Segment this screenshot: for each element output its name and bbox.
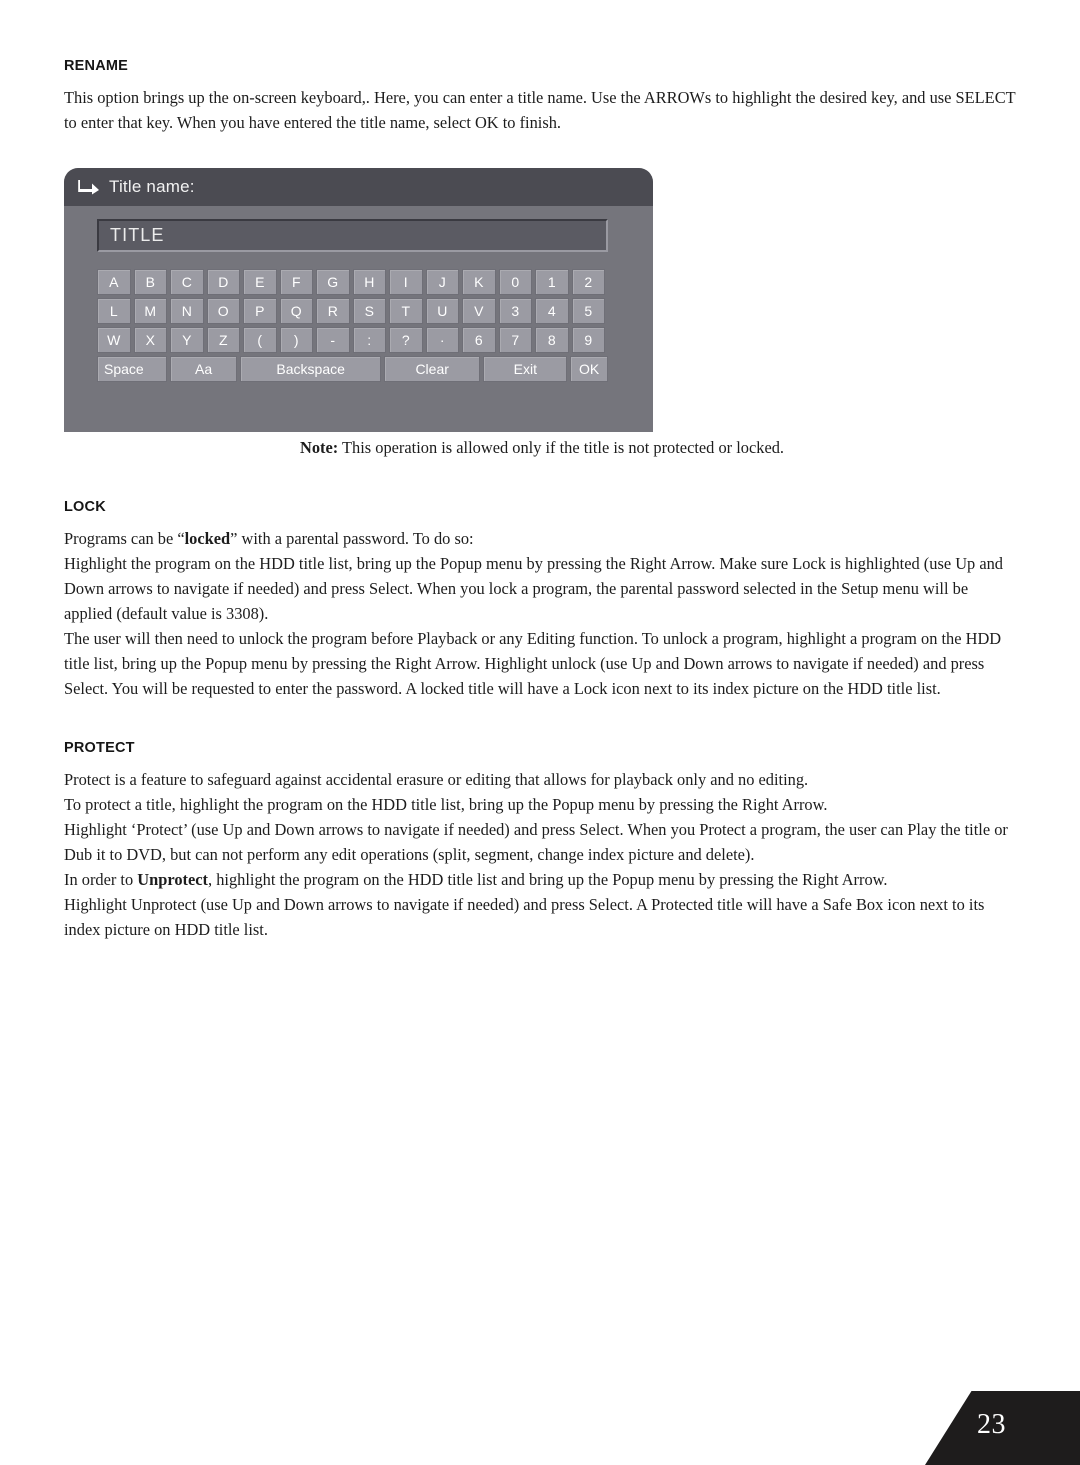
key-i[interactable]: I	[389, 269, 423, 295]
key-middot[interactable]: ·	[425, 327, 459, 353]
function-key-row: Space Aa Backspace Clear Exit OK	[97, 356, 608, 382]
return-arrow-icon	[78, 180, 99, 195]
key-o[interactable]: O	[206, 298, 240, 324]
backspace-key[interactable]: Backspace	[240, 356, 381, 382]
exit-key[interactable]: Exit	[483, 356, 568, 382]
paragraph-lock-2: Highlight the program on the HDD title l…	[64, 554, 1003, 624]
key-question[interactable]: ?	[389, 327, 423, 353]
spacer-after-note	[64, 461, 1020, 499]
key-z[interactable]: Z	[206, 327, 240, 353]
heading-protect: PROTECT	[64, 739, 135, 756]
key-5[interactable]: 5	[571, 298, 605, 324]
onscreen-keyboard-dialog: Title name: TITLE A B C D E F G H I J K …	[64, 168, 653, 432]
key-2[interactable]: 2	[571, 269, 605, 295]
key-h[interactable]: H	[352, 269, 386, 295]
key-j[interactable]: J	[425, 269, 459, 295]
key-0[interactable]: 0	[498, 269, 532, 295]
lock-para1-bold: locked	[184, 529, 231, 549]
key-n[interactable]: N	[170, 298, 204, 324]
ok-key[interactable]: OK	[570, 356, 608, 382]
key-u[interactable]: U	[425, 298, 459, 324]
key-y[interactable]: Y	[170, 327, 204, 353]
title-name-input[interactable]: TITLE	[97, 219, 608, 252]
key-p[interactable]: P	[243, 298, 277, 324]
title-name-value: TITLE	[110, 225, 165, 245]
dialog-body: TITLE A B C D E F G H I J K 0 1 2 L M N …	[64, 206, 653, 382]
key-t[interactable]: T	[389, 298, 423, 324]
keyboard-keys: A B C D E F G H I J K 0 1 2 L M N O P Q …	[97, 269, 608, 382]
key-r[interactable]: R	[316, 298, 350, 324]
key-k[interactable]: K	[462, 269, 496, 295]
key-4[interactable]: 4	[535, 298, 569, 324]
key-f[interactable]: F	[279, 269, 313, 295]
onscreen-keyboard-figure: Title name: TITLE A B C D E F G H I J K …	[64, 168, 653, 432]
key-d[interactable]: D	[206, 269, 240, 295]
key-row-3: W X Y Z ( ) - : ? · 6 7 8 9	[97, 327, 608, 353]
clear-key[interactable]: Clear	[383, 356, 481, 382]
protect-para4-part-a: In order to	[64, 869, 138, 889]
key-l[interactable]: L	[97, 298, 131, 324]
paragraph-lock-3: The user will then need to unlock the pr…	[64, 629, 1002, 698]
key-row-2: L M N O P Q R S T U V 3 4 5	[97, 298, 608, 324]
key-1[interactable]: 1	[535, 269, 569, 295]
key-m[interactable]: M	[133, 298, 167, 324]
key-colon[interactable]: :	[352, 327, 386, 353]
note-label: Note:	[299, 438, 339, 458]
key-x[interactable]: X	[133, 327, 167, 353]
dialog-title: Title name:	[109, 177, 195, 196]
paragraph-protect-3: Highlight ‘Protect’ (use Up and Down arr…	[64, 820, 1008, 865]
key-a[interactable]: A	[97, 269, 131, 295]
key-v[interactable]: V	[462, 298, 496, 324]
key-w[interactable]: W	[97, 327, 131, 353]
protect-para4-bold: Unprotect	[137, 869, 208, 889]
note-text: This operation is allowed only if the ti…	[338, 438, 785, 458]
paragraph-rename-intro: This option brings up the on-screen keyb…	[64, 88, 1016, 133]
key-hyphen[interactable]: -	[316, 327, 350, 353]
key-c[interactable]: C	[170, 269, 204, 295]
key-g[interactable]: G	[316, 269, 350, 295]
paragraph-protect-2: To protect a title, highlight the progra…	[64, 795, 828, 815]
key-9[interactable]: 9	[571, 327, 605, 353]
key-7[interactable]: 7	[498, 327, 532, 353]
paragraph-protect-4: In order to Unprotect, highlight the pro…	[64, 868, 1020, 893]
spacer-after-lock	[64, 702, 1020, 740]
dialog-titlebar: Title name:	[64, 168, 653, 206]
key-paren-open[interactable]: (	[243, 327, 277, 353]
key-paren-close[interactable]: )	[279, 327, 313, 353]
paragraph-lock-1: Programs can be “locked” with a parental…	[64, 527, 1020, 552]
key-3[interactable]: 3	[498, 298, 532, 324]
space-key[interactable]: Space	[97, 356, 167, 382]
key-b[interactable]: B	[133, 269, 167, 295]
key-8[interactable]: 8	[535, 327, 569, 353]
note-rename: Note: This operation is allowed only if …	[64, 436, 1020, 461]
protect-para4-part-b: , highlight the program on the HDD title…	[208, 869, 888, 889]
heading-lock: LOCK	[64, 498, 106, 515]
lock-para1-part-b: ” with a parental password. To do so:	[230, 529, 474, 549]
page-number: 23	[977, 1409, 1006, 1440]
key-row-1: A B C D E F G H I J K 0 1 2	[97, 269, 608, 295]
key-6[interactable]: 6	[462, 327, 496, 353]
document-page: RENAME This option brings up the on-scre…	[0, 0, 1080, 1465]
key-s[interactable]: S	[352, 298, 386, 324]
paragraph-protect-5: Highlight Unprotect (use Up and Down arr…	[64, 894, 985, 939]
case-toggle-key[interactable]: Aa	[169, 356, 238, 382]
lock-para1-part-a: Programs can be “	[64, 529, 185, 549]
paragraph-protect-1: Protect is a feature to safeguard agains…	[64, 770, 809, 790]
key-q[interactable]: Q	[279, 298, 313, 324]
page-footer: 23	[925, 1391, 1080, 1465]
heading-rename: RENAME	[64, 58, 129, 74]
key-e[interactable]: E	[243, 269, 277, 295]
